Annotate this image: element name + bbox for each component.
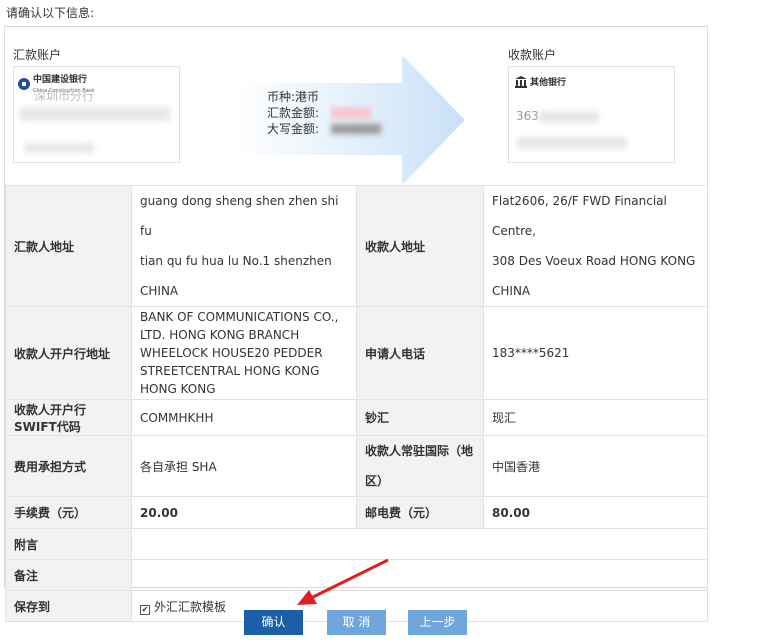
account-summary: 汇款账户 中国建设银行 China Construction Bank 深圳市分… xyxy=(5,27,707,185)
save-to-label: 保存到 xyxy=(5,590,132,622)
remitter-address-value: guang dong sheng shen zhen shi fu tian q… xyxy=(131,185,357,307)
payee-bank-address-label: 收款人开户行地址 xyxy=(5,306,132,400)
swift-value: COMMHKHH xyxy=(131,399,357,436)
payee-bank-address-line: LTD. HONG KONG BRANCH xyxy=(140,328,300,342)
payee-bank-name: 其他银行 xyxy=(530,78,567,88)
cash-type-value: 现汇 xyxy=(483,399,708,436)
payee-address-line: Flat2606, 26/F FWD Financial Centre, xyxy=(492,194,667,238)
table-row: 收款人开户行地址 BANK OF COMMUNICATIONS CO., LTD… xyxy=(5,306,708,400)
save-template-checkbox[interactable]: ✔ xyxy=(140,604,150,615)
postage-label: 邮电费（元） xyxy=(356,496,484,529)
applicant-phone-value: 183****5621 xyxy=(483,306,708,400)
other-bank-logo: 其他银行 xyxy=(515,75,566,88)
save-template-option[interactable]: 外汇汇款模板 xyxy=(154,600,226,614)
table-row: 费用承担方式 各自承担 SHA 收款人常驻国际（地区） 中国香港 xyxy=(5,435,708,497)
postage-value: 80.00 xyxy=(483,496,708,529)
memo-label: 附言 xyxy=(5,528,132,560)
payee-bank-address-line: HONG KONG xyxy=(140,382,216,396)
amount-words-label: 大写金额: xyxy=(267,122,320,136)
payee-bank-address-value: BANK OF COMMUNICATIONS CO., LTD. HONG KO… xyxy=(131,306,357,400)
payee-bank-address-line: BANK OF COMMUNICATIONS CO., xyxy=(140,310,339,324)
confirm-prompt: 请确认以下信息: xyxy=(6,6,95,20)
payee-address-value: Flat2606, 26/F FWD Financial Centre, 308… xyxy=(483,185,708,307)
confirm-button[interactable]: 确认 xyxy=(244,610,303,635)
annotation-arrow-icon xyxy=(297,558,389,605)
table-row: 汇款人地址 guang dong sheng shen zhen shi fu … xyxy=(5,185,708,307)
cash-type-label: 钞汇 xyxy=(356,399,484,436)
table-row: 收款人开户行SWIFT代码 COMMHKHH 钞汇 现汇 xyxy=(5,399,708,436)
payee-address-line: 308 Des Voeux Road HONG KONG xyxy=(492,254,696,268)
previous-step-button[interactable]: 上一步 xyxy=(408,610,467,635)
payee-bank-address-line: WHEELOCK HOUSE20 PEDDER xyxy=(140,346,323,360)
remitter-section-label: 汇款账户 xyxy=(13,48,62,62)
payee-region-value: 中国香港 xyxy=(483,435,708,497)
remitter-address-label: 汇款人地址 xyxy=(5,185,132,307)
redacted-amount-words xyxy=(331,124,381,134)
remitter-address-line: CHINA xyxy=(140,284,179,298)
redacted-remitter-name xyxy=(24,143,94,153)
memo-value xyxy=(131,528,708,560)
fee-value: 20.00 xyxy=(131,496,357,529)
remark-value xyxy=(131,559,708,591)
remitter-bank-name: 中国建设银行 xyxy=(33,75,88,85)
fee-mode-value: 各自承担 SHA xyxy=(131,435,357,497)
payee-account-prefix: 363 xyxy=(516,109,539,123)
payee-account-card: 其他银行 363 xyxy=(508,66,675,163)
cancel-button[interactable]: 取 消 xyxy=(327,610,386,635)
remitter-address-line: tian qu fu hua lu No.1 shenzhen xyxy=(140,254,332,268)
remitter-address-line: guang dong sheng shen zhen shi fu xyxy=(140,194,339,238)
remitter-account-card: 中国建设银行 China Construction Bank 深圳市分行 xyxy=(13,66,180,163)
remitter-branch: 深圳市分行 xyxy=(34,89,95,103)
confirmation-panel: 汇款账户 中国建设银行 China Construction Bank 深圳市分… xyxy=(4,26,708,622)
fee-mode-label: 费用承担方式 xyxy=(5,435,132,497)
table-row: 手续费（元） 20.00 邮电费（元） 80.00 xyxy=(5,496,708,529)
payee-region-label: 收款人常驻国际（地区） xyxy=(356,435,484,497)
bank-building-icon xyxy=(515,75,527,88)
amount-label: 汇款金额: xyxy=(267,106,320,120)
table-row: 附言 xyxy=(5,528,708,560)
fee-label: 手续费（元） xyxy=(5,496,132,529)
payee-section-label: 收款账户 xyxy=(508,48,557,62)
payee-address-label: 收款人地址 xyxy=(356,185,484,307)
redacted-payee-account xyxy=(539,111,599,123)
transfer-info: 币种:港币 汇款金额: 大写金额: xyxy=(267,89,381,137)
applicant-phone-label: 申请人电话 xyxy=(356,306,484,400)
redacted-payee-name xyxy=(517,137,627,149)
currency-label: 币种: xyxy=(267,90,296,104)
currency-value: 港币 xyxy=(295,90,320,104)
redacted-remitter-account xyxy=(20,107,170,121)
ccb-logo-icon xyxy=(18,77,30,90)
redacted-amount xyxy=(331,107,371,119)
swift-label: 收款人开户行SWIFT代码 xyxy=(5,399,132,436)
remark-label: 备注 xyxy=(5,559,132,591)
payee-address-line: CHINA xyxy=(492,284,531,298)
payee-bank-address-line: STREETCENTRAL HONG KONG xyxy=(140,364,320,378)
